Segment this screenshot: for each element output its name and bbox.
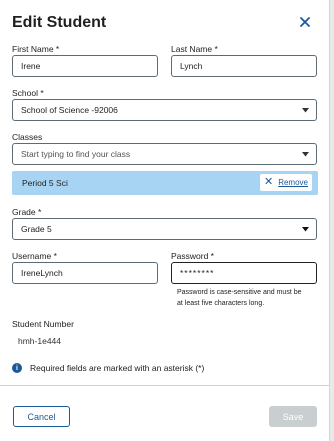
remove-label: Remove — [278, 178, 308, 187]
edit-student-dialog: Edit Student First Name * Irene Last Nam… — [0, 0, 330, 441]
password-help-line-1: Password is case-sensitive and must be — [177, 289, 302, 296]
school-select[interactable]: School of Science -92006 — [12, 99, 317, 121]
footer-divider — [0, 385, 330, 386]
username-label: Username * — [12, 251, 57, 261]
password-value: ******** — [180, 268, 215, 278]
dialog-title: Edit Student — [12, 14, 107, 31]
username-field[interactable]: IreneLynch — [12, 262, 158, 284]
required-fields-text: Required fields are marked with an aster… — [30, 363, 205, 373]
caret-down-icon — [302, 152, 309, 157]
student-number-label: Student Number — [12, 319, 74, 329]
school-label: School * — [12, 88, 44, 98]
save-button[interactable]: Save — [269, 406, 317, 427]
caret-down-icon — [302, 108, 309, 113]
first-name-value: Irene — [21, 61, 41, 71]
selected-class-name: Period 5 Sci — [22, 178, 68, 188]
close-button[interactable] — [295, 12, 315, 32]
last-name-value: Lynch — [180, 61, 203, 71]
last-name-field[interactable]: Lynch — [171, 55, 317, 77]
school-value: School of Science -92006 — [21, 105, 118, 115]
close-icon — [300, 17, 310, 27]
remove-x-icon: ✕ — [263, 176, 274, 188]
password-label: Password * — [171, 251, 214, 261]
required-fields-note: i Required fields are marked with an ast… — [12, 362, 204, 374]
username-value: IreneLynch — [21, 268, 63, 278]
selected-class-chip: Period 5 Sci ✕ Remove — [12, 171, 318, 195]
classes-search-input[interactable]: Start typing to find your class — [12, 143, 317, 165]
student-number-value: hmh-1e444 — [18, 336, 62, 346]
info-icon: i — [12, 363, 22, 373]
password-help-text: Password is case-sensitive and must be a… — [177, 287, 317, 309]
password-field[interactable]: ******** — [171, 262, 317, 284]
last-name-label: Last Name * — [171, 44, 218, 54]
grade-value: Grade 5 — [21, 224, 52, 234]
dialog-header: Edit Student — [12, 12, 319, 34]
first-name-field[interactable]: Irene — [12, 55, 158, 77]
classes-label: Classes — [12, 132, 43, 142]
caret-down-icon — [302, 227, 309, 232]
cancel-button[interactable]: Cancel — [13, 406, 70, 427]
remove-class-button[interactable]: ✕ Remove — [260, 174, 312, 191]
classes-placeholder: Start typing to find your class — [21, 149, 131, 159]
grade-select[interactable]: Grade 5 — [12, 218, 317, 240]
password-help-line-2: at least five characters long. — [177, 300, 265, 307]
first-name-label: First Name * — [12, 44, 60, 54]
grade-label: Grade * — [12, 207, 42, 217]
